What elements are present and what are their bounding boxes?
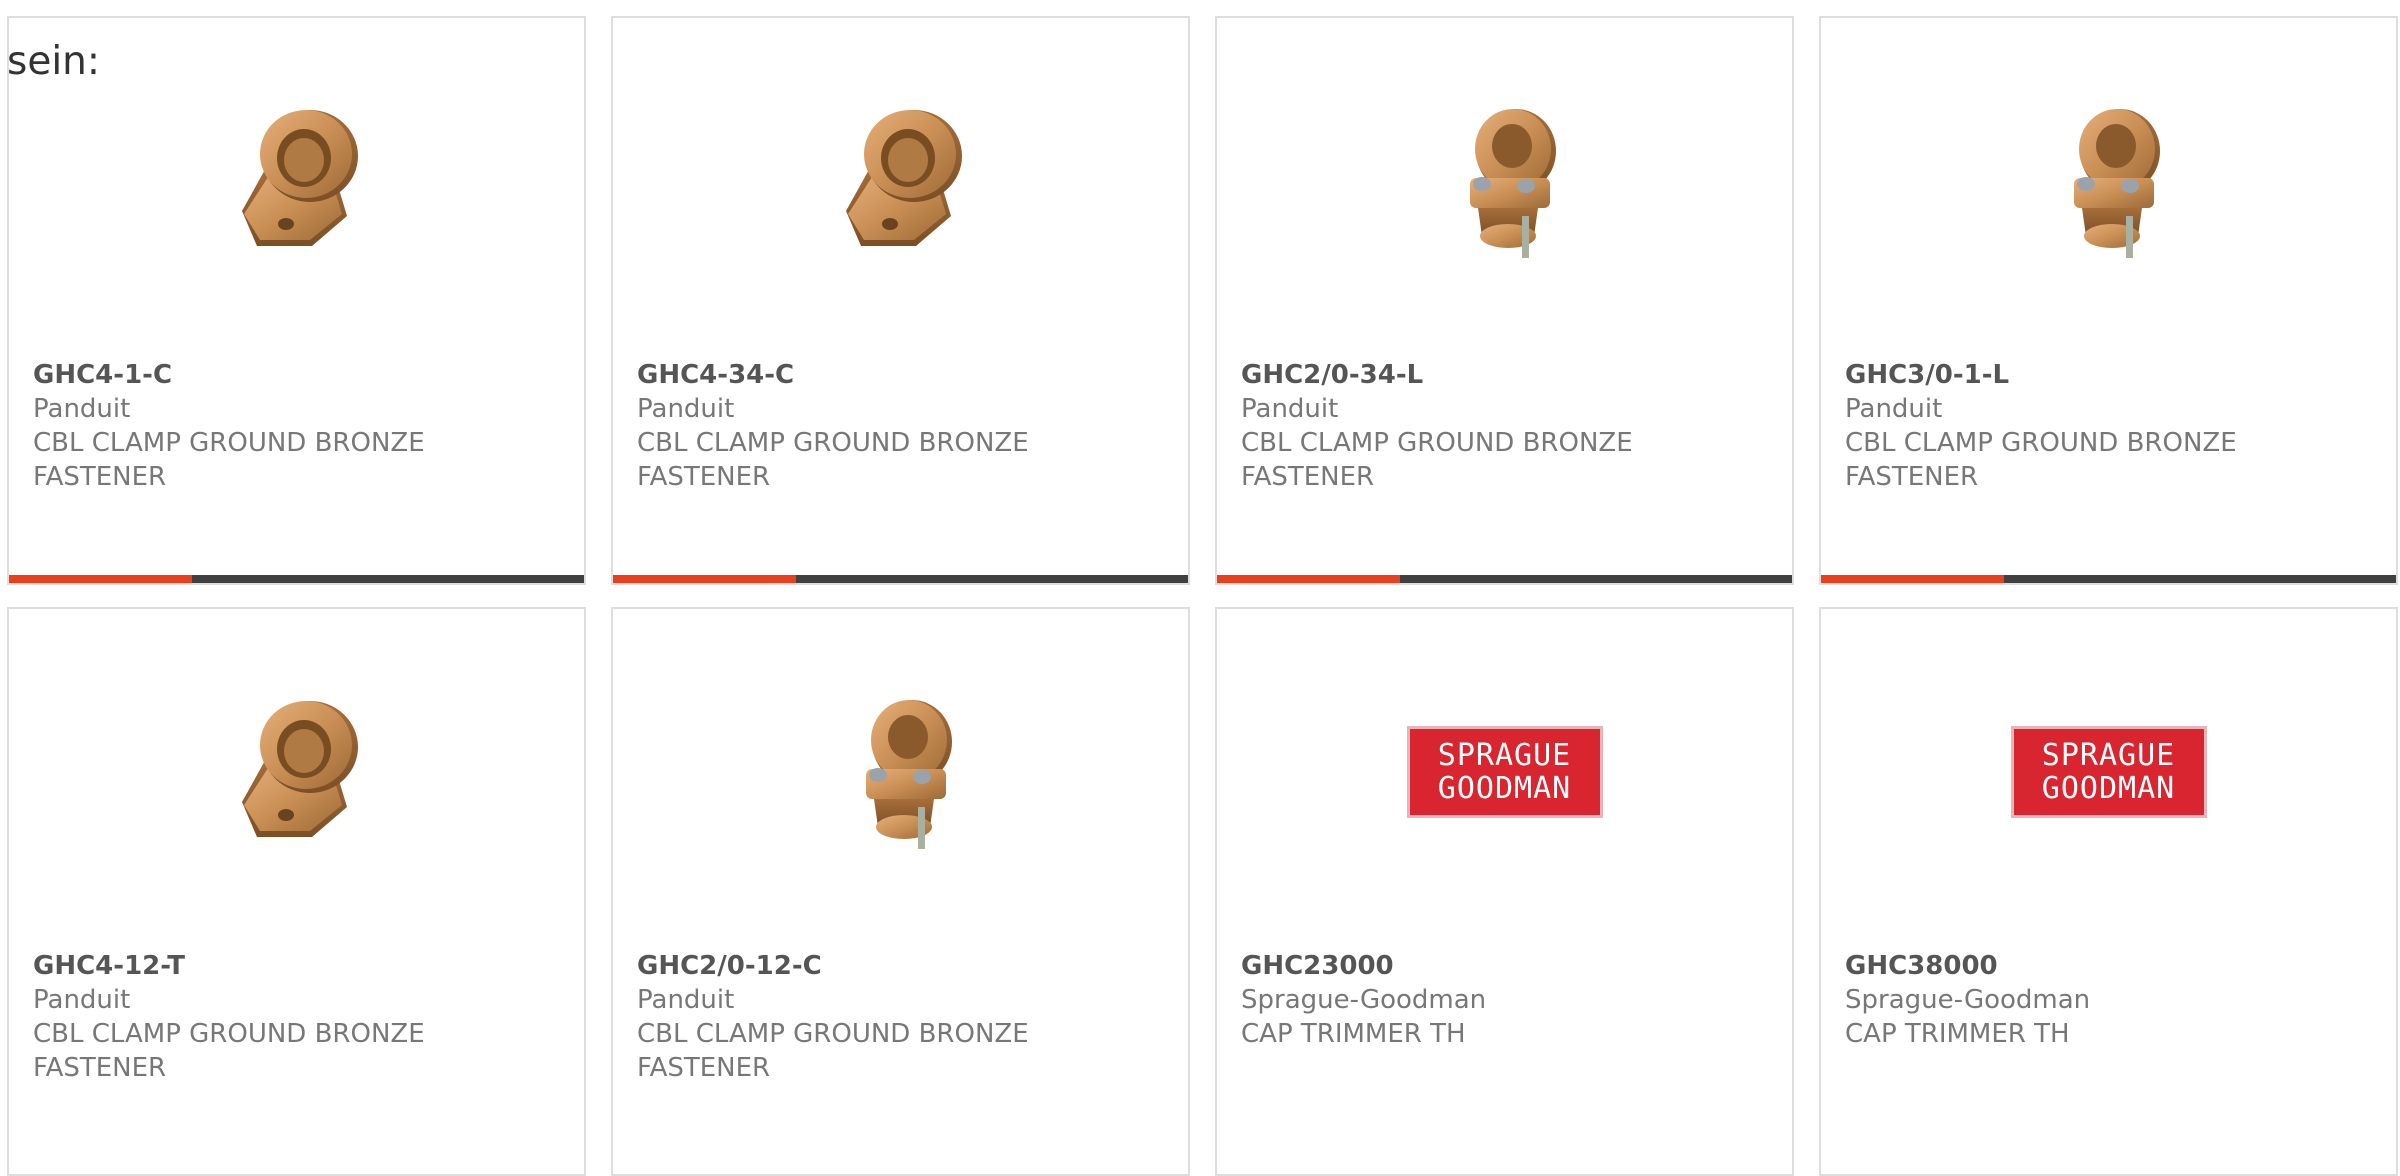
part-number[interactable]: GHC2/0-12-C — [637, 949, 1168, 983]
manufacturer: Sprague-Goodman — [1241, 985, 1487, 1015]
product-info: GHC2/0-12-C Panduit CBL CLAMP GROUND BRO… — [637, 949, 1168, 1085]
description: CBL CLAMP GROUND BRONZE — [33, 428, 425, 458]
description: FASTENER — [637, 462, 771, 492]
product-image: SPRAGUE GOODMAN — [1821, 687, 2396, 857]
product-card[interactable]: GHC4-34-C Panduit CBL CLAMP GROUND BRONZ… — [611, 16, 1190, 585]
bronze-ground-clamp-screw-icon — [865, 700, 952, 849]
card-bottom-bar — [1821, 575, 2396, 583]
product-image — [9, 687, 584, 857]
product-image — [9, 96, 584, 266]
manufacturer: Panduit — [637, 394, 735, 424]
manufacturer: Sprague-Goodman — [1845, 985, 2091, 1015]
card-accent — [1217, 575, 1400, 583]
manufacturer: Panduit — [1845, 394, 1943, 424]
product-image: SPRAGUE GOODMAN — [1217, 687, 1792, 857]
part-number[interactable]: GHC3/0-1-L — [1845, 358, 2376, 392]
product-card[interactable]: SPRAGUE GOODMAN GHC23000 Sprague-Goodman… — [1215, 607, 1794, 1176]
bronze-ground-clamp-screw-icon — [1469, 109, 1556, 258]
card-bottom-bar — [9, 575, 584, 583]
description: CBL CLAMP GROUND BRONZE — [1241, 428, 1633, 458]
manufacturer: Panduit — [33, 985, 131, 1015]
card-accent — [9, 575, 192, 583]
card-accent — [1821, 575, 2004, 583]
bronze-ground-clamp-screw-icon — [2073, 109, 2160, 258]
logo-text: GOODMAN — [2041, 771, 2176, 806]
description: CBL CLAMP GROUND BRONZE — [1845, 428, 2237, 458]
description: FASTENER — [1845, 462, 1979, 492]
description: FASTENER — [637, 1053, 771, 1083]
product-info: GHC4-34-C Panduit CBL CLAMP GROUND BRONZ… — [637, 358, 1168, 494]
part-number[interactable]: GHC23000 — [1241, 949, 1772, 983]
logo-text: SPRAGUE — [1437, 738, 1572, 773]
product-info: GHC4-12-T Panduit CBL CLAMP GROUND BRONZ… — [33, 949, 564, 1085]
product-image — [1821, 96, 2396, 266]
product-card[interactable]: GHC4-12-T Panduit CBL CLAMP GROUND BRONZ… — [7, 607, 586, 1176]
description: FASTENER — [33, 1053, 167, 1083]
product-info: GHC23000 Sprague-Goodman CAP TRIMMER TH — [1241, 949, 1772, 1051]
product-info: GHC38000 Sprague-Goodman CAP TRIMMER TH — [1845, 949, 2376, 1051]
logo-text: SPRAGUE — [2041, 738, 2176, 773]
card-bottom-bar — [613, 575, 1188, 583]
part-number[interactable]: GHC38000 — [1845, 949, 2376, 983]
product-info: GHC4-1-C Panduit CBL CLAMP GROUND BRONZE… — [33, 358, 564, 494]
product-image — [613, 96, 1188, 266]
part-number[interactable]: GHC4-12-T — [33, 949, 564, 983]
page-label: sein: — [7, 39, 101, 84]
description: CBL CLAMP GROUND BRONZE — [637, 428, 1029, 458]
product-image — [613, 687, 1188, 857]
manufacturer: Panduit — [1241, 394, 1339, 424]
product-card[interactable]: GHC3/0-1-L Panduit CBL CLAMP GROUND BRON… — [1819, 16, 2398, 585]
bronze-ground-clamp-lug-icon — [241, 110, 358, 246]
sprague-goodman-logo: SPRAGUE GOODMAN — [1406, 726, 1603, 818]
logo-text: GOODMAN — [1437, 771, 1572, 806]
product-card[interactable]: GHC2/0-34-L Panduit CBL CLAMP GROUND BRO… — [1215, 16, 1794, 585]
product-image — [1217, 96, 1792, 266]
product-card[interactable]: GHC4-1-C Panduit CBL CLAMP GROUND BRONZE… — [7, 16, 586, 585]
bronze-ground-clamp-lug-icon — [241, 701, 358, 837]
product-info: GHC3/0-1-L Panduit CBL CLAMP GROUND BRON… — [1845, 358, 2376, 494]
bronze-ground-clamp-lug-icon — [845, 110, 962, 246]
description: FASTENER — [1241, 462, 1375, 492]
description: FASTENER — [33, 462, 167, 492]
description: CBL CLAMP GROUND BRONZE — [33, 1019, 425, 1049]
part-number[interactable]: GHC2/0-34-L — [1241, 358, 1772, 392]
part-number[interactable]: GHC4-1-C — [33, 358, 564, 392]
product-info: GHC2/0-34-L Panduit CBL CLAMP GROUND BRO… — [1241, 358, 1772, 494]
description: CBL CLAMP GROUND BRONZE — [637, 1019, 1029, 1049]
manufacturer: Panduit — [33, 394, 131, 424]
part-number[interactable]: GHC4-34-C — [637, 358, 1168, 392]
product-grid: GHC4-1-C Panduit CBL CLAMP GROUND BRONZE… — [7, 16, 2400, 1176]
manufacturer: Panduit — [637, 985, 735, 1015]
product-card[interactable]: GHC2/0-12-C Panduit CBL CLAMP GROUND BRO… — [611, 607, 1190, 1176]
card-bottom-bar — [1217, 575, 1792, 583]
description: CAP TRIMMER TH — [1241, 1019, 1466, 1049]
card-accent — [613, 575, 796, 583]
product-card[interactable]: SPRAGUE GOODMAN GHC38000 Sprague-Goodman… — [1819, 607, 2398, 1176]
description: CAP TRIMMER TH — [1845, 1019, 2070, 1049]
sprague-goodman-logo: SPRAGUE GOODMAN — [2010, 726, 2207, 818]
